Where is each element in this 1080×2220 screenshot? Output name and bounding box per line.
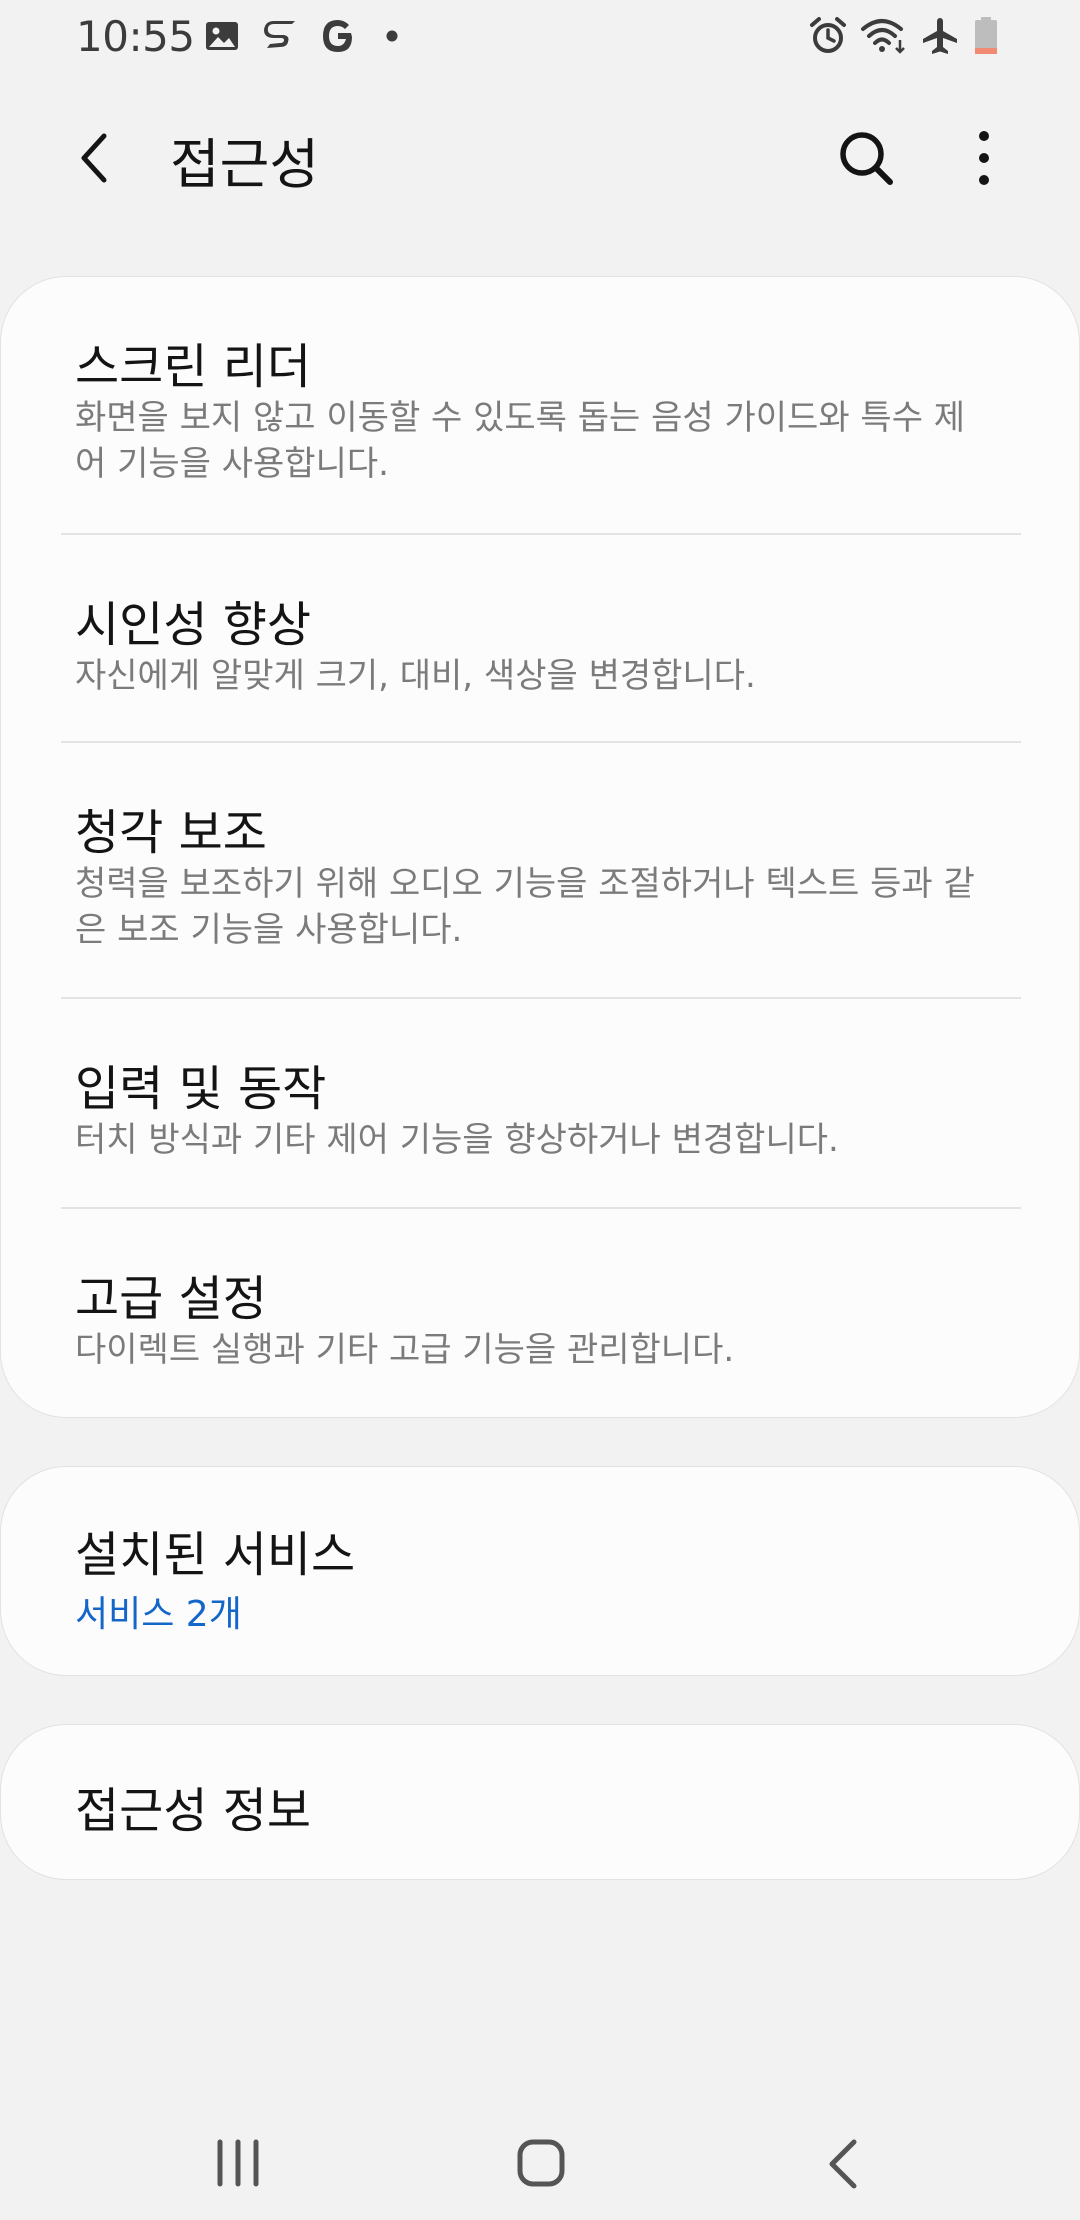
item-title: 스크린 리더 xyxy=(75,339,312,395)
item-title: 입력 및 동작 xyxy=(75,1061,327,1117)
status-time: 10:55 xyxy=(76,12,195,61)
google-icon xyxy=(323,20,352,52)
nav-back-icon xyxy=(829,2139,857,2189)
back-button[interactable] xyxy=(60,122,132,194)
menu-item-hearing[interactable]: 청각 보조 청력을 보조하기 위해 오디오 기능을 조절하거나 텍스트 등과 같… xyxy=(1,743,1080,997)
menu-item-screen-reader[interactable]: 스크린 리더 화면을 보지 않고 이동할 수 있도록 돕는 음성 가이드와 특수… xyxy=(1,277,1080,533)
installed-services-count: 서비스 2개 xyxy=(75,1594,242,1635)
nav-back-button[interactable] xyxy=(796,2124,892,2204)
recent-apps-icon xyxy=(217,2139,259,2187)
accessibility-info-title: 접근성 정보 xyxy=(75,1783,312,1839)
item-summary: 화면을 보지 않고 이동할 수 있도록 돕는 음성 가이드와 특수 제어 기능을… xyxy=(75,398,966,484)
item-title: 고급 설정 xyxy=(75,1271,267,1327)
status-bar: 10:55 xyxy=(0,0,1080,72)
dot-icon xyxy=(386,30,398,42)
home-icon xyxy=(517,2139,565,2187)
item-summary: 자신에게 알맞게 크기, 대비, 색상을 변경합니다. xyxy=(75,656,756,696)
navigation-bar xyxy=(0,2110,1080,2220)
item-summary: 터치 방식과 기타 제어 기능을 향상하거나 변경합니다. xyxy=(75,1120,839,1160)
search-button[interactable] xyxy=(830,122,902,194)
search-icon xyxy=(840,132,893,185)
menu-item-interaction[interactable]: 입력 및 동작 터치 방식과 기타 제어 기능을 향상하거나 변경합니다. xyxy=(1,999,1080,1207)
accessibility-info-card[interactable]: 접근성 정보 xyxy=(0,1724,1080,1880)
menu-item-visibility[interactable]: 시인성 향상 자신에게 알맞게 크기, 대비, 색상을 변경합니다. xyxy=(1,535,1080,741)
item-summary: 청력을 보조하기 위해 오디오 기능을 조절하거나 텍스트 등과 같은 보조 기… xyxy=(75,864,975,950)
airplane-icon xyxy=(923,18,957,54)
back-arrow-icon xyxy=(81,133,107,183)
recent-apps-button[interactable] xyxy=(190,2124,286,2204)
screen: 10:55 접근성 스크린 리더 화면을 보지 않고 이동할 수 있도록 돕는 … xyxy=(0,0,1080,2220)
wifi-icon xyxy=(861,19,905,54)
gallery-icon xyxy=(206,22,238,50)
item-summary: 다이렉트 실행과 기타 고급 기능을 관리합니다. xyxy=(75,1330,735,1370)
more-vert-icon xyxy=(979,131,989,185)
item-title: 청각 보조 xyxy=(75,805,267,861)
s-app-icon xyxy=(264,21,295,48)
page-title: 접근성 xyxy=(170,133,320,196)
alarm-icon xyxy=(810,17,846,53)
accessibility-categories-card: 스크린 리더 화면을 보지 않고 이동할 수 있도록 돕는 음성 가이드와 특수… xyxy=(0,276,1080,1418)
installed-services-title: 설치된 서비스 xyxy=(75,1527,356,1583)
more-options-button[interactable] xyxy=(948,122,1020,194)
item-title: 시인성 향상 xyxy=(75,597,312,653)
home-button[interactable] xyxy=(492,2124,588,2204)
menu-item-advanced[interactable]: 고급 설정 다이렉트 실행과 기타 고급 기능을 관리합니다. xyxy=(1,1209,1080,1417)
installed-services-card[interactable]: 설치된 서비스 서비스 2개 xyxy=(0,1466,1080,1676)
app-bar: 접근성 xyxy=(0,100,1080,210)
status-right-icons xyxy=(808,16,1008,56)
battery-icon xyxy=(975,17,997,54)
